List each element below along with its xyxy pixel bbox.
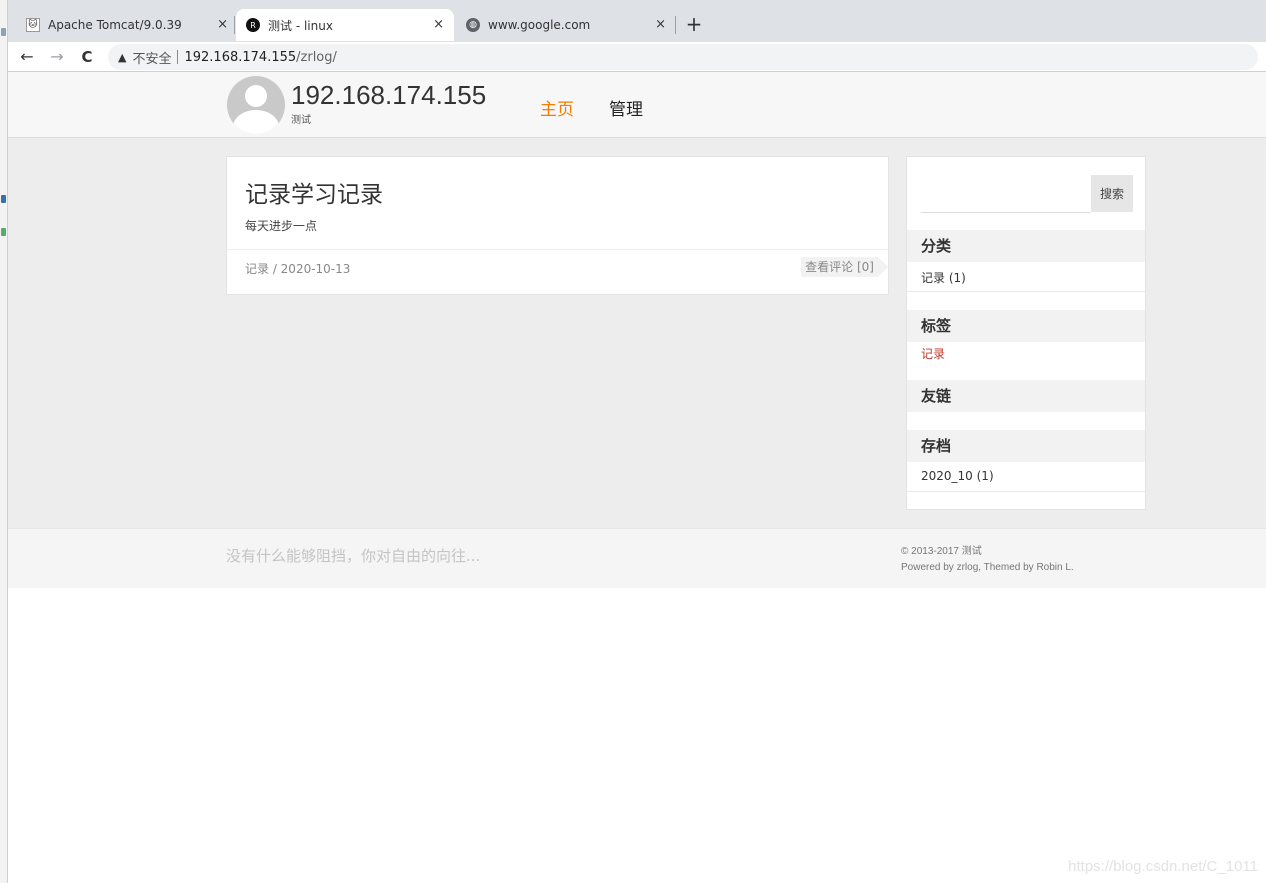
powered-by-text: Powered by zrlog, Themed by Robin L. bbox=[901, 562, 1074, 573]
footer-copyright: © 2013-2017 测试 Powered by zrlog, Themed … bbox=[901, 544, 1074, 576]
edge-mark bbox=[1, 28, 6, 36]
category-item[interactable]: 记录 (1) bbox=[921, 269, 966, 286]
csdn-watermark: https://blog.csdn.net/C_1011 bbox=[1068, 858, 1258, 875]
search-input[interactable] bbox=[921, 175, 1091, 213]
links-heading: 友链 bbox=[907, 380, 1145, 412]
nav-home-link[interactable]: 主页 bbox=[540, 95, 574, 120]
forward-arrow-icon[interactable]: → bbox=[46, 46, 68, 68]
back-arrow-icon[interactable]: ← bbox=[16, 46, 38, 68]
copyright-text: © 2013-2017 测试 bbox=[901, 546, 982, 557]
tags-heading: 标签 bbox=[907, 310, 1145, 342]
tab-google[interactable]: ◍ www.google.com × bbox=[456, 9, 676, 41]
url-path: /zrlog/ bbox=[296, 49, 337, 65]
post-card: 记录学习记录 每天进步一点 记录 / 2020-10-13 查看评论 [0] bbox=[226, 156, 889, 295]
avatar-body bbox=[233, 110, 279, 134]
browser-toolbar: ← → C ▲ 不安全 192.168.174.155/zrlog/ bbox=[8, 42, 1266, 72]
tab-strip: 🐱 Apache Tomcat/9.0.39 × R 测试 - linux × … bbox=[8, 0, 1266, 42]
sidebar: 搜索 分类 记录 (1) 标签 记录 友链 存档 2020_10 (1) bbox=[906, 156, 1146, 510]
security-label[interactable]: 不安全 bbox=[132, 48, 171, 67]
omnibox-divider bbox=[177, 50, 179, 64]
address-bar[interactable]: ▲ 不安全 192.168.174.155/zrlog/ bbox=[108, 44, 1258, 70]
archives-heading: 存档 bbox=[907, 430, 1145, 462]
categories-heading: 分类 bbox=[907, 230, 1145, 262]
nav-admin-link[interactable]: 管理 bbox=[609, 95, 643, 120]
post-title[interactable]: 记录学习记录 bbox=[245, 175, 383, 209]
warning-icon[interactable]: ▲ bbox=[118, 51, 126, 64]
url-host: 192.168.174.155 bbox=[184, 49, 297, 65]
site-subtitle: 测试 bbox=[291, 115, 311, 126]
site-footer: 没有什么能够阻挡，你对自由的向往... © 2013-2017 测试 Power… bbox=[8, 528, 1266, 588]
close-tab-icon[interactable]: × bbox=[217, 17, 228, 32]
post-summary: 每天进步一点 bbox=[245, 219, 318, 233]
site-header: 192.168.174.155 测试 主页 管理 bbox=[8, 72, 1266, 138]
zrlog-icon: R bbox=[246, 18, 260, 32]
close-tab-icon[interactable]: × bbox=[655, 17, 666, 32]
close-tab-icon[interactable]: × bbox=[433, 17, 444, 32]
tab-separator bbox=[234, 16, 235, 34]
avatar-head bbox=[245, 85, 267, 107]
tomcat-icon: 🐱 bbox=[26, 18, 40, 32]
globe-icon: ◍ bbox=[466, 18, 480, 32]
search-button[interactable]: 搜索 bbox=[1091, 175, 1133, 212]
archive-item[interactable]: 2020_10 (1) bbox=[921, 469, 994, 483]
tab-separator bbox=[675, 16, 676, 34]
tab-zrlog[interactable]: R 测试 - linux × bbox=[236, 9, 454, 41]
site-title[interactable]: 192.168.174.155 bbox=[291, 80, 486, 111]
tab-tomcat[interactable]: 🐱 Apache Tomcat/9.0.39 × bbox=[16, 9, 238, 41]
post-category-date[interactable]: 记录 / 2020-10-13 bbox=[245, 260, 350, 277]
divider bbox=[907, 491, 1145, 492]
reload-icon[interactable]: C bbox=[76, 46, 98, 68]
background-window-edge bbox=[0, 0, 8, 883]
browser-chrome: 🐱 Apache Tomcat/9.0.39 × R 测试 - linux × … bbox=[8, 0, 1266, 72]
edge-mark bbox=[1, 195, 6, 203]
avatar[interactable] bbox=[227, 76, 285, 134]
divider bbox=[907, 291, 1145, 292]
post-meta: 记录 / 2020-10-13 查看评论 [0] bbox=[227, 249, 888, 295]
web-page: 192.168.174.155 测试 主页 管理 记录学习记录 每天进步一点 记… bbox=[8, 72, 1266, 883]
tab-title: Apache Tomcat/9.0.39 bbox=[48, 18, 182, 32]
view-comments-link[interactable]: 查看评论 [0] bbox=[801, 257, 888, 277]
new-tab-button[interactable]: + bbox=[680, 10, 708, 38]
edge-mark bbox=[1, 228, 6, 236]
tab-title: www.google.com bbox=[488, 18, 591, 32]
footer-quote: 没有什么能够阻挡，你对自由的向往... bbox=[226, 547, 481, 565]
tab-title: 测试 - linux bbox=[268, 18, 333, 33]
tag-item[interactable]: 记录 bbox=[921, 345, 945, 362]
